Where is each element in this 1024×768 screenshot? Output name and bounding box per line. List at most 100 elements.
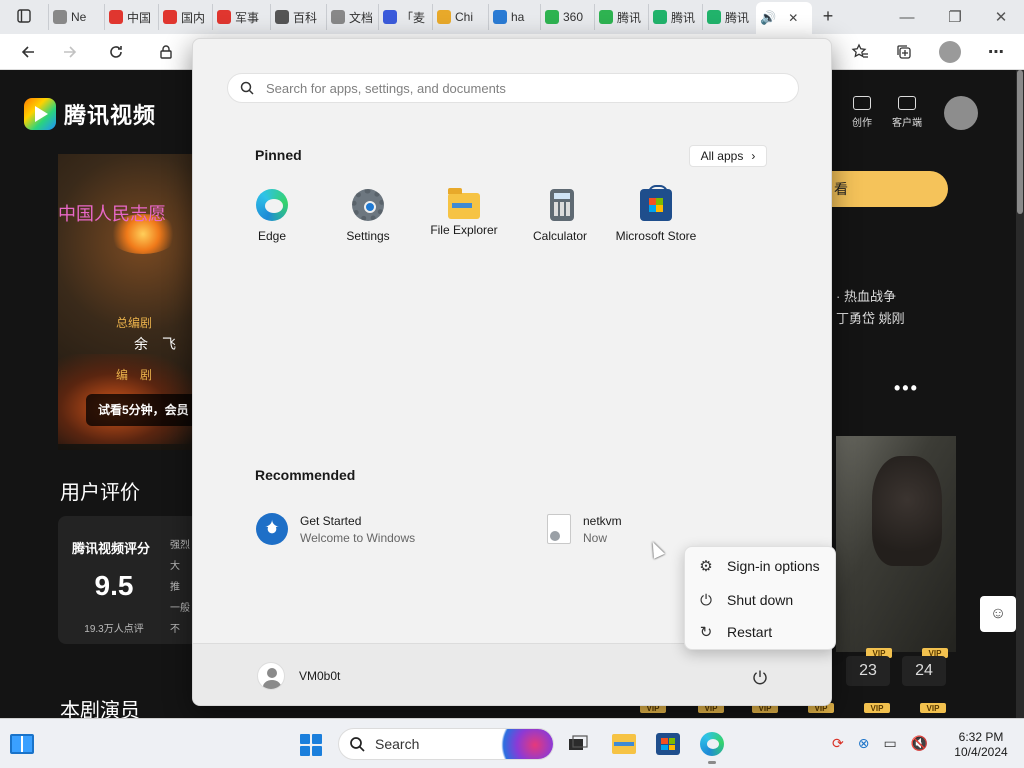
browser-tab[interactable]: 腾讯 xyxy=(648,4,700,30)
audio-icon[interactable]: 🔊 xyxy=(760,10,776,26)
taskbar-file-explorer[interactable] xyxy=(610,730,638,758)
window-close-button[interactable]: ✕ xyxy=(978,0,1024,34)
browser-tab[interactable]: 腾讯 xyxy=(594,4,646,30)
c-icon xyxy=(163,10,177,24)
page-scrollbar[interactable] xyxy=(1016,70,1024,718)
display-icon[interactable]: ▭ xyxy=(883,735,896,752)
episode-button[interactable]: 23 xyxy=(846,656,890,686)
pinned-app-edge[interactable]: Edge xyxy=(224,189,320,249)
recommended-item-get-started[interactable]: Get Started Welcome to Windows xyxy=(256,511,415,547)
tab-title: 腾讯 xyxy=(725,10,750,25)
sync-icon[interactable]: ⟳ xyxy=(832,735,844,752)
clock[interactable]: 6:32 PM 10/4/2024 xyxy=(948,730,1014,760)
watch-button[interactable]: 看 xyxy=(828,171,948,207)
pinned-app-file-explorer[interactable]: File Explorer xyxy=(416,188,512,249)
recommended-title: netkvm xyxy=(583,513,622,528)
more-icon[interactable]: ••• xyxy=(894,378,919,399)
pinned-app-settings[interactable]: Settings xyxy=(320,189,416,249)
episode-thumbnail[interactable] xyxy=(836,436,956,652)
widgets-icon[interactable] xyxy=(10,734,34,754)
tab-title: 军事 xyxy=(235,10,260,25)
start-search-input[interactable] xyxy=(264,79,798,97)
restart-item[interactable]: ↻ Restart xyxy=(697,621,772,643)
browser-tab[interactable]: 360 xyxy=(540,4,592,30)
site-user-avatar[interactable] xyxy=(944,96,978,130)
tab-close-icon[interactable]: ✕ xyxy=(788,11,798,25)
trial-banner[interactable]: 试看5分钟，会员 xyxy=(86,394,198,426)
tab-title: 国内 xyxy=(181,10,206,25)
minimize-button[interactable]: — xyxy=(884,0,930,34)
taskbar-edge[interactable] xyxy=(698,730,726,764)
play-icon xyxy=(653,10,667,24)
pinned-app-label: Edge xyxy=(257,229,287,243)
browser-tab[interactable]: 军事 xyxy=(212,4,268,30)
profile-avatar[interactable] xyxy=(936,38,964,66)
rating-label: 腾讯视频评分 xyxy=(72,541,151,556)
running-indicator xyxy=(708,761,716,764)
power-button[interactable] xyxy=(749,666,771,688)
search-icon xyxy=(350,737,365,752)
menu-item-label: Restart xyxy=(727,624,773,640)
browser-tab[interactable]: 文档 xyxy=(326,4,376,30)
sign-in-options-item[interactable]: ⚙ Sign-in options xyxy=(697,555,819,577)
tab-title: 腾讯 xyxy=(617,10,642,25)
new-tab-icon[interactable]: + xyxy=(818,6,838,26)
back-icon[interactable] xyxy=(14,38,42,66)
user-account-button[interactable]: VM0b0t xyxy=(257,662,340,690)
refresh-icon[interactable] xyxy=(102,38,130,66)
vip-badge: VIP xyxy=(864,703,890,713)
c-icon xyxy=(217,10,231,24)
start-search-box[interactable] xyxy=(227,73,799,103)
feedback-icon[interactable]: ☺ xyxy=(980,596,1016,632)
all-apps-button[interactable]: All apps › xyxy=(689,145,767,167)
volume-muted-icon[interactable]: 🔇 xyxy=(911,735,928,752)
taskbar-search[interactable]: Search xyxy=(338,728,554,760)
forward-icon[interactable] xyxy=(56,38,84,66)
browser-tab[interactable]: Ne xyxy=(48,4,102,30)
more-options-icon[interactable]: ⋯ xyxy=(982,38,1010,66)
actor-image xyxy=(872,456,942,566)
shut-down-item[interactable]: ⏻ Shut down xyxy=(697,589,793,611)
recommended-item-netkvm[interactable]: netkvm Now xyxy=(547,511,622,547)
scrollbar-thumb[interactable] xyxy=(1017,70,1023,214)
tab-title: 中国 xyxy=(127,10,152,25)
start-menu-footer: VM0b0t xyxy=(193,643,831,705)
poster-writer-label: 总编剧 xyxy=(116,316,153,330)
drama-poster[interactable]: 中国人民志愿 总编剧 余 飞 编 剧 试看5分钟，会员 xyxy=(58,154,198,450)
chevron-right-icon: › xyxy=(751,149,756,163)
pinned-app-calculator[interactable]: Calculator xyxy=(512,189,608,249)
create-label: 创作 xyxy=(852,118,872,129)
tab-actions-icon[interactable] xyxy=(14,6,34,26)
collections-icon[interactable] xyxy=(890,38,918,66)
file-icon xyxy=(547,514,571,544)
reviews-heading: 用户评价 xyxy=(60,482,140,504)
tab-active[interactable]: 🔊 ✕ xyxy=(756,2,812,34)
taskbar-task-view[interactable] xyxy=(564,730,592,758)
browser-tab[interactable]: 中国 xyxy=(104,4,156,30)
site-name: 腾讯视频 xyxy=(64,103,157,128)
pinned-app-label: Settings xyxy=(346,229,390,243)
browser-tab[interactable]: 腾讯 xyxy=(702,4,754,30)
power-icon: ⏻ xyxy=(700,591,712,609)
browser-tab[interactable]: ha xyxy=(488,4,538,30)
network-error-icon[interactable]: ⊗ xyxy=(858,735,870,752)
favorites-icon[interactable] xyxy=(846,38,874,66)
start-button[interactable] xyxy=(300,734,322,756)
browser-tab[interactable]: Chi xyxy=(432,4,486,30)
browser-tab[interactable]: 百科 xyxy=(270,4,324,30)
taskbar-microsoft-store[interactable] xyxy=(654,730,682,758)
episode-button[interactable]: 24 xyxy=(902,656,946,686)
tab-title: 腾讯 xyxy=(671,10,696,25)
tab-title: 百科 xyxy=(293,10,318,25)
pinned-app-microsoft-store[interactable]: Microsoft Store xyxy=(608,185,704,249)
browser-tab[interactable]: 国内 xyxy=(158,4,210,30)
restore-button[interactable]: ❐ xyxy=(932,0,978,34)
pinned-app-label: File Explorer xyxy=(430,223,498,237)
cast-heading: 本剧演员 xyxy=(60,700,140,718)
create-button[interactable]: 创作 xyxy=(852,96,872,129)
client-button[interactable]: 客户端 xyxy=(892,96,922,129)
paw-icon xyxy=(383,10,397,24)
browser-tab[interactable]: 「麦 xyxy=(378,4,430,30)
lock-icon[interactable] xyxy=(152,38,180,66)
site-logo[interactable]: 腾讯视频 首 xyxy=(24,98,213,130)
